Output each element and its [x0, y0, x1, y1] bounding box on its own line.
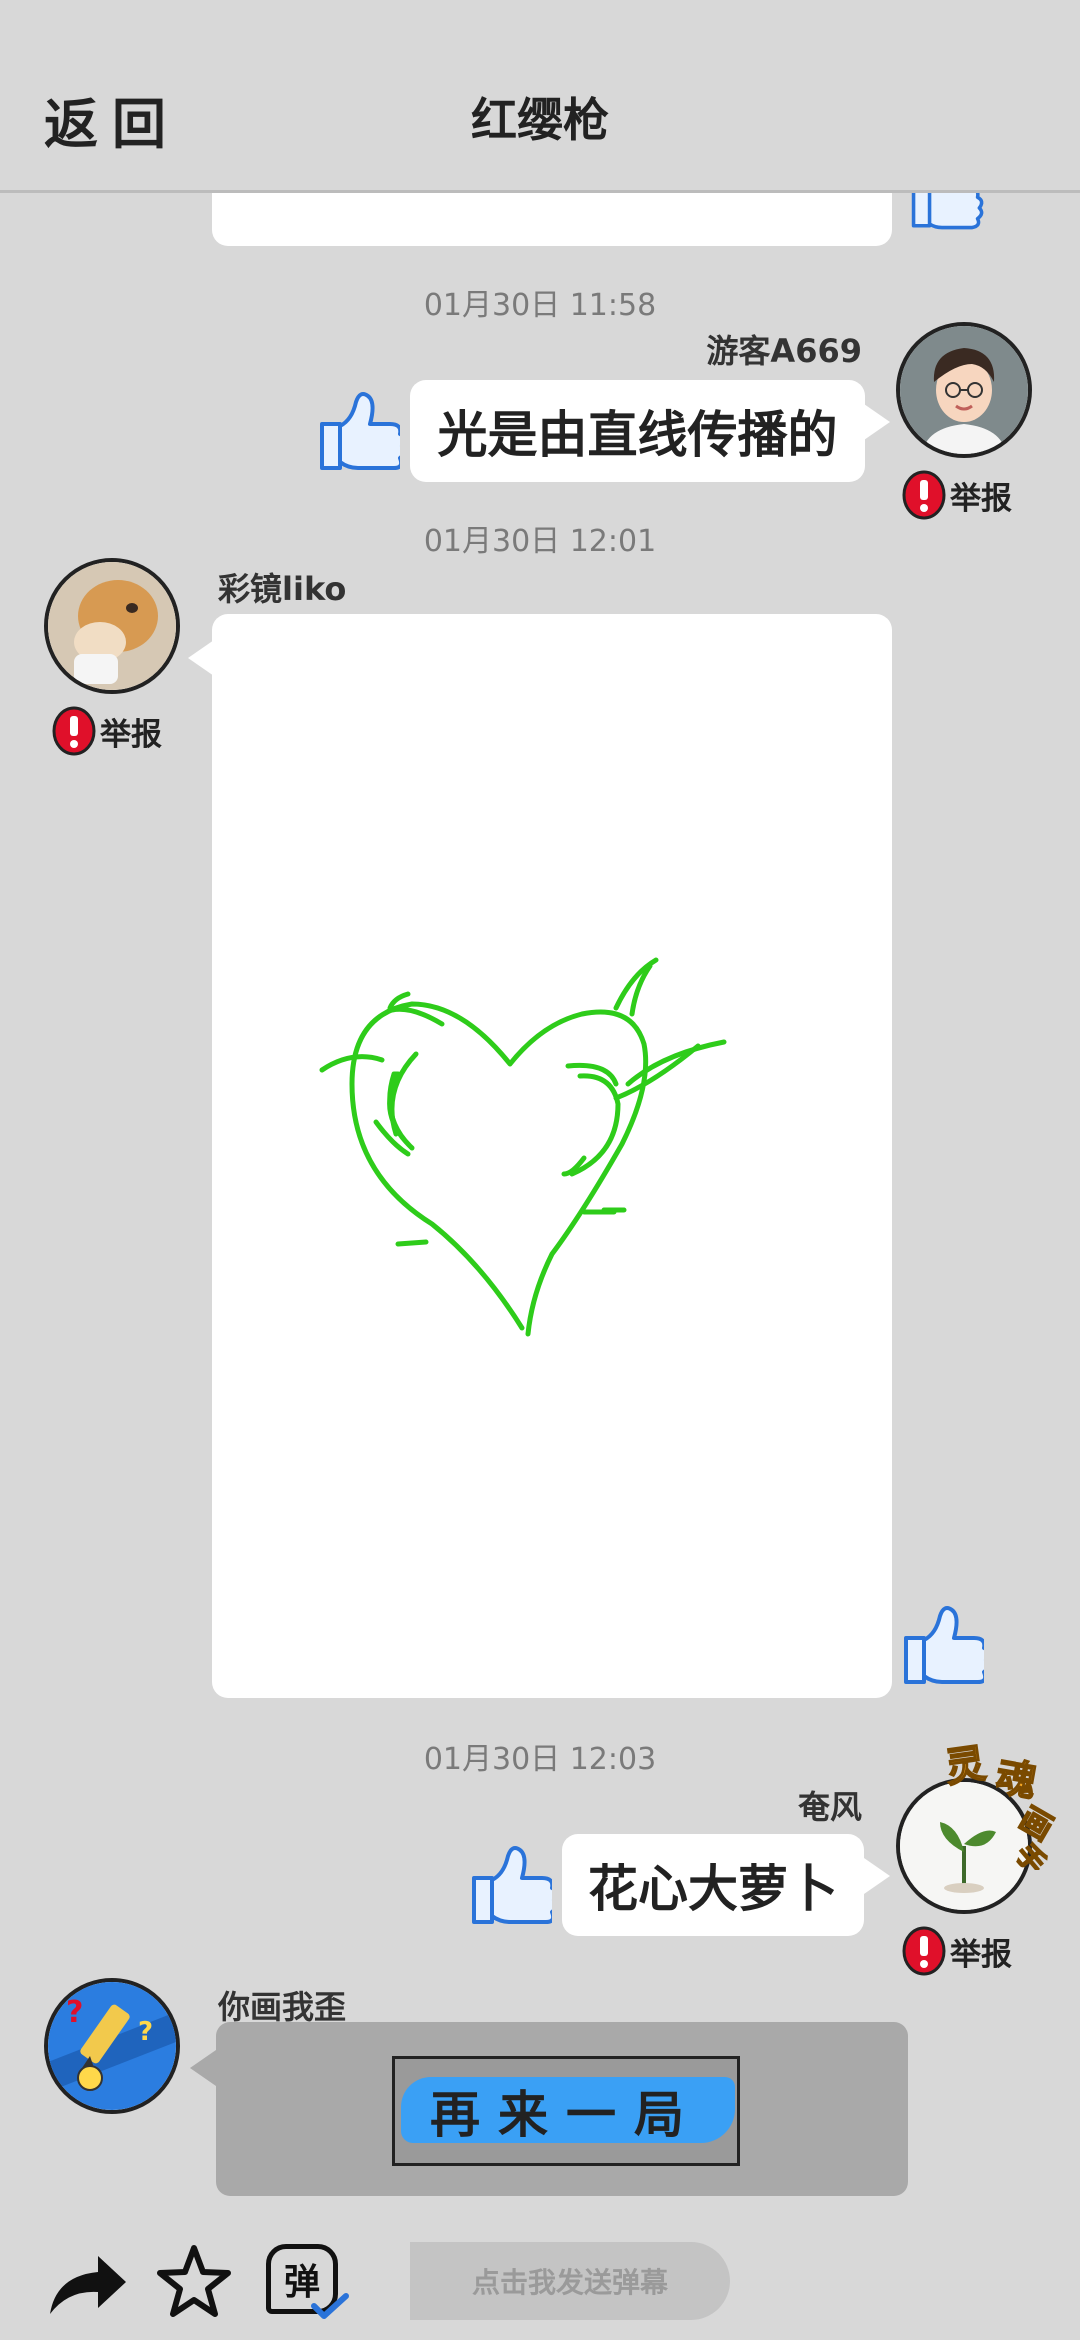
exclamation-icon	[52, 706, 96, 756]
page-title: 红缨枪	[471, 93, 609, 147]
svg-text:灵: 灵	[943, 1741, 989, 1792]
play-again-label: 再来一局	[430, 2086, 702, 2144]
message-bubble: 花心大萝卜	[562, 1834, 864, 1936]
message-username: 游客A669	[706, 332, 862, 370]
soul-painter-badge-icon: 灵 魂 画 手	[942, 1740, 1061, 1870]
game-message-bubble: 再来一局	[216, 2022, 908, 2196]
message-timestamp: 01月30日 11:58	[423, 288, 657, 323]
svg-text:?: ?	[138, 2017, 153, 2047]
message-username: 奄风	[797, 1788, 862, 1826]
bubble-tail	[864, 404, 890, 440]
user-avatar[interactable]	[896, 322, 1032, 458]
report-label: 举报	[100, 716, 162, 753]
game-avatar[interactable]: ? ?	[44, 1978, 180, 2114]
report-button[interactable]: 举报	[52, 706, 162, 756]
message-bubble: 光是由直线传播的	[410, 380, 865, 482]
report-label: 举报	[950, 1936, 1012, 1973]
bottom-toolbar: 弹 点击我发送弹幕	[0, 2230, 1080, 2340]
share-icon[interactable]	[46, 2250, 130, 2320]
report-button[interactable]: 举报	[902, 1926, 1012, 1976]
danmu-toggle-icon[interactable]: 弹	[266, 2244, 349, 2320]
bubble-tail	[864, 1858, 890, 1894]
report-label: 举报	[950, 480, 1012, 517]
checkmark-icon	[311, 2293, 349, 2319]
message-timestamp: 01月30日 12:03	[423, 1742, 657, 1777]
play-again-button[interactable]: 再来一局	[392, 2056, 740, 2166]
star-icon[interactable]	[156, 2244, 232, 2320]
drawing-bubble[interactable]	[212, 614, 892, 1698]
message-text: 花心大萝卜	[588, 1860, 838, 1918]
message-text: 光是由直线传播的	[437, 406, 838, 464]
exclamation-icon	[902, 470, 946, 520]
user-avatar[interactable]	[44, 558, 180, 694]
send-danmu-button[interactable]: 点击我发送弹幕	[410, 2242, 730, 2320]
heart-drawing	[319, 957, 727, 1337]
exclamation-icon	[902, 1926, 946, 1976]
thumbs-up-icon[interactable]	[468, 1840, 552, 1930]
thumbs-up-icon[interactable]	[316, 386, 400, 476]
svg-text:?: ?	[66, 1995, 83, 2030]
svg-text:手: 手	[1009, 1838, 1052, 1870]
bubble-tail	[190, 2050, 216, 2086]
header-bar: 返回 红缨枪	[0, 0, 1080, 193]
message-timestamp: 01月30日 12:01	[423, 524, 657, 559]
svg-text:魂: 魂	[992, 1754, 1039, 1806]
message-username: 彩镜liko	[218, 570, 347, 608]
thumbs-up-icon[interactable]	[900, 1600, 984, 1690]
bubble-tail	[188, 640, 214, 676]
report-button[interactable]: 举报	[902, 470, 1012, 520]
